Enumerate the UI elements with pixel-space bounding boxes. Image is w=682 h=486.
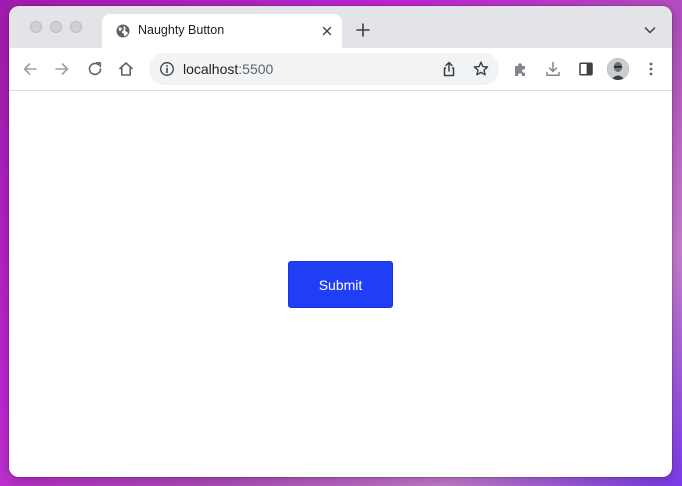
share-icon[interactable] bbox=[440, 60, 458, 78]
tab-title: Naughty Button bbox=[138, 23, 225, 37]
info-icon[interactable] bbox=[159, 61, 175, 77]
browser-toolbar: localhost:5500 bbox=[9, 48, 672, 91]
chevron-down-icon[interactable] bbox=[643, 23, 657, 37]
tab-strip: Naughty Button bbox=[9, 6, 672, 48]
tab-naughty-button[interactable]: Naughty Button bbox=[102, 14, 342, 48]
close-window-button[interactable] bbox=[30, 21, 42, 33]
download-icon[interactable] bbox=[544, 60, 562, 78]
reload-icon[interactable] bbox=[86, 60, 104, 78]
menu-icon[interactable] bbox=[642, 60, 660, 78]
address-bar[interactable]: localhost:5500 bbox=[149, 53, 499, 85]
new-tab-icon[interactable] bbox=[355, 22, 371, 38]
page-content: Submit bbox=[9, 91, 672, 477]
forward-icon[interactable] bbox=[53, 60, 71, 78]
extensions-icon[interactable] bbox=[512, 60, 530, 78]
home-icon[interactable] bbox=[117, 60, 135, 78]
star-icon[interactable] bbox=[472, 60, 490, 78]
back-icon[interactable] bbox=[21, 60, 39, 78]
url-host: localhost bbox=[183, 61, 239, 77]
url-port: :5500 bbox=[238, 61, 274, 77]
submit-button[interactable]: Submit bbox=[288, 261, 393, 308]
url-text: localhost:5500 bbox=[183, 61, 273, 77]
minimize-window-button[interactable] bbox=[50, 21, 62, 33]
browser-window: Naughty Button localhost:5500 Submit bbox=[9, 6, 672, 477]
maximize-window-button[interactable] bbox=[70, 21, 82, 33]
side-panel-icon[interactable] bbox=[577, 60, 595, 78]
close-tab-icon[interactable] bbox=[319, 23, 335, 39]
avatar[interactable] bbox=[607, 58, 629, 80]
globe-icon bbox=[115, 23, 131, 39]
